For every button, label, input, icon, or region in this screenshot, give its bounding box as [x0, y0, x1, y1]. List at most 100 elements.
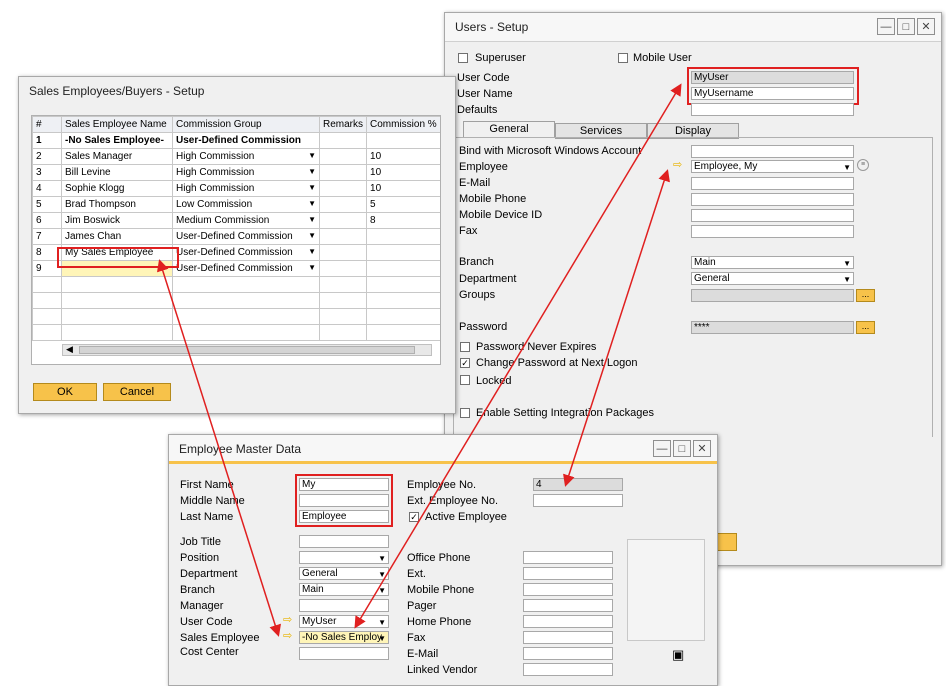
row-commission[interactable] [366, 260, 440, 277]
table-row-empty[interactable] [32, 276, 440, 293]
table-row[interactable]: 7 James Chan User-Defined Commission ▼ [32, 228, 440, 245]
row-group[interactable]: User-Defined Commission ▼ [172, 244, 320, 261]
chevron-down-icon[interactable]: ▼ [308, 247, 316, 256]
password-field[interactable]: **** [691, 321, 854, 334]
fax-field[interactable] [523, 631, 613, 644]
table-row-empty[interactable] [32, 292, 440, 309]
mobile-device-field[interactable] [691, 209, 854, 222]
col-header-remarks[interactable]: Remarks [318, 116, 368, 133]
chevron-down-icon[interactable]: ▼ [308, 151, 316, 160]
cancel-button[interactable]: Cancel [103, 383, 171, 401]
table-row[interactable]: 6 Jim Boswick Medium Commission ▼ 8 [32, 212, 440, 229]
mobile-phone-field[interactable] [523, 583, 613, 596]
superuser-checkbox[interactable] [458, 53, 468, 63]
fax-field[interactable] [691, 225, 854, 238]
minimize-icon[interactable]: — [653, 440, 671, 457]
chevron-down-icon[interactable]: ▼ [308, 183, 316, 192]
password-browse-button[interactable]: ... [856, 321, 875, 334]
chevron-down-icon[interactable]: ▼ [378, 553, 386, 563]
pager-field[interactable] [523, 599, 613, 612]
groups-field[interactable] [691, 289, 854, 302]
emp-no-field[interactable]: 4 [533, 478, 623, 491]
email-field[interactable] [691, 177, 854, 190]
email-field[interactable] [523, 647, 613, 660]
row-name[interactable]: -No Sales Employee- [61, 132, 173, 149]
camera-icon[interactable]: ▣ [672, 647, 684, 663]
scroll-left-icon[interactable]: ◀ [66, 344, 73, 355]
table-row[interactable]: 4 Sophie Klogg High Commission ▼ 10 [32, 180, 440, 197]
branch-select[interactable]: Main ▼ [299, 583, 389, 596]
employee-select[interactable]: Employee, My ▼ [691, 160, 854, 173]
ext-field[interactable] [523, 567, 613, 580]
pw-never-expires-checkbox[interactable] [460, 342, 470, 352]
department-select[interactable]: General ▼ [299, 567, 389, 580]
mobile-user-checkbox[interactable] [618, 53, 628, 63]
link-arrow-icon[interactable]: ⇨ [283, 613, 292, 626]
groups-browse-button[interactable]: ... [856, 289, 875, 302]
row-group[interactable]: User-Defined Commission ▼ [172, 260, 320, 277]
table-row[interactable]: 3 Bill Levine High Commission ▼ 10 [32, 164, 440, 181]
col-header-group[interactable]: Commission Group [172, 116, 320, 133]
defaults-field[interactable] [691, 103, 854, 116]
row-remarks[interactable] [318, 260, 368, 277]
horizontal-scrollbar[interactable]: ◀ [62, 344, 432, 356]
row-commission[interactable] [366, 132, 440, 149]
ext-emp-no-field[interactable] [533, 494, 623, 507]
row-group[interactable]: High Commission ▼ [172, 148, 320, 165]
row-name[interactable]: Sophie Klogg [61, 180, 173, 197]
info-icon[interactable]: ≡ [857, 159, 869, 171]
row-name[interactable]: Sales Manager [61, 148, 173, 165]
chevron-down-icon[interactable]: ▼ [843, 274, 851, 284]
minimize-icon[interactable]: — [877, 18, 895, 35]
chevron-down-icon[interactable]: ▼ [308, 167, 316, 176]
link-arrow-icon[interactable]: ⇨ [673, 158, 682, 171]
office-phone-field[interactable] [523, 551, 613, 564]
chevron-down-icon[interactable]: ▼ [308, 263, 316, 272]
job-title-field[interactable] [299, 535, 389, 548]
row-remarks[interactable] [318, 132, 368, 149]
row-commission[interactable]: 10 [366, 148, 440, 165]
row-group[interactable]: User-Defined Commission [172, 132, 320, 149]
row-commission[interactable] [366, 228, 440, 245]
change-pw-checkbox[interactable]: ✓ [460, 358, 470, 368]
users-action-button[interactable] [715, 533, 737, 551]
branch-select[interactable]: Main ▼ [691, 256, 854, 269]
row-remarks[interactable] [318, 148, 368, 165]
row-remarks[interactable] [318, 196, 368, 213]
row-group[interactable]: User-Defined Commission ▼ [172, 228, 320, 245]
row-group[interactable]: Medium Commission ▼ [172, 212, 320, 229]
scrollbar-thumb[interactable] [79, 346, 415, 354]
home-phone-field[interactable] [523, 615, 613, 628]
enable-integration-checkbox[interactable] [460, 408, 470, 418]
chevron-down-icon[interactable]: ▼ [308, 199, 316, 208]
row-commission[interactable] [366, 244, 440, 261]
table-row[interactable]: 5 Brad Thompson Low Commission ▼ 5 [32, 196, 440, 213]
close-icon[interactable]: ✕ [917, 18, 935, 35]
emp-titlebar[interactable]: Employee Master Data — □ ✕ [169, 435, 717, 464]
department-select[interactable]: General ▼ [691, 272, 854, 285]
row-group[interactable]: High Commission ▼ [172, 164, 320, 181]
table-row-empty[interactable] [32, 324, 440, 341]
col-header-name[interactable]: Sales Employee Name [61, 116, 173, 133]
users-titlebar[interactable]: Users - Setup — □ ✕ [445, 13, 941, 42]
row-commission[interactable]: 8 [366, 212, 440, 229]
position-select[interactable]: ▼ [299, 551, 389, 564]
row-name[interactable]: Jim Boswick [61, 212, 173, 229]
chevron-down-icon[interactable]: ▼ [378, 617, 386, 627]
close-icon[interactable]: ✕ [693, 440, 711, 457]
chevron-down-icon[interactable]: ▼ [378, 585, 386, 595]
row-group[interactable]: High Commission ▼ [172, 180, 320, 197]
sales-titlebar[interactable]: Sales Employees/Buyers - Setup [19, 77, 455, 105]
row-remarks[interactable] [318, 228, 368, 245]
row-remarks[interactable] [318, 164, 368, 181]
chevron-down-icon[interactable]: ▼ [378, 569, 386, 579]
table-row[interactable]: 1 -No Sales Employee- User-Defined Commi… [32, 132, 440, 149]
manager-field[interactable] [299, 599, 389, 612]
bind-windows-field[interactable] [691, 145, 854, 158]
chevron-down-icon[interactable]: ▼ [308, 231, 316, 240]
row-name[interactable]: Bill Levine [61, 164, 173, 181]
chevron-down-icon[interactable]: ▼ [308, 215, 316, 224]
row-commission[interactable]: 10 [366, 164, 440, 181]
maximize-icon[interactable]: □ [673, 440, 691, 457]
user-code-select[interactable]: MyUser ▼ [299, 615, 389, 628]
